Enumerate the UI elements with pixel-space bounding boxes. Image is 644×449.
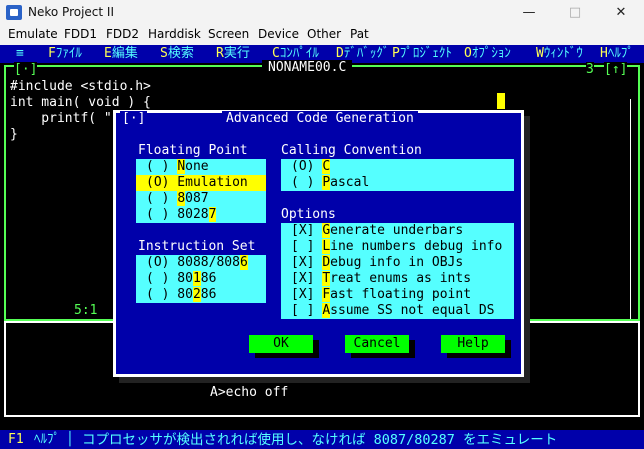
opt-assume-ss-not-equal-ds[interactable]: [ ] Assume SS not equal DS: [291, 303, 495, 319]
floating-point-label: Floating Point: [138, 143, 248, 158]
is-option-8088-8086[interactable]: (O) 8088/8086: [146, 255, 248, 271]
menu-fdd2[interactable]: FDD2: [106, 27, 139, 41]
menu-device[interactable]: Device: [258, 27, 299, 41]
ide-menu-window[interactable]: Wｳｨﾝﾄﾞｳ: [536, 46, 583, 62]
is-option-80286[interactable]: ( ) 80286: [146, 287, 216, 303]
console-line: A>echo off: [210, 385, 289, 400]
ide-menu-run[interactable]: R実行: [216, 46, 250, 62]
options-label: Options: [281, 207, 336, 222]
calling-convention-label: Calling Convention: [281, 143, 422, 158]
window-title: Neko Project II: [28, 5, 114, 19]
dialog-title: Advanced Code Generation: [222, 111, 418, 127]
ok-button[interactable]: OK: [249, 335, 313, 353]
status-separator: │: [66, 432, 74, 447]
ide-menu-file[interactable]: Fﾌｧｲﾙ: [48, 46, 82, 62]
maximize-button[interactable]: □: [552, 0, 598, 25]
instruction-set-label: Instruction Set: [138, 239, 256, 254]
editor-close-box[interactable]: [·]: [14, 62, 38, 78]
status-help-label: ﾍﾙﾌﾟ: [34, 432, 60, 447]
opt-treat-enums-as-ints[interactable]: [X] Treat enums as ints: [291, 271, 471, 287]
is-option-80186[interactable]: ( ) 80186: [146, 271, 216, 287]
ide-menu-search[interactable]: S検索: [160, 46, 194, 62]
fp-option-80287[interactable]: ( ) 80287: [146, 207, 217, 223]
opt-fast-floating-point[interactable]: [X] Fast floating point: [291, 287, 471, 303]
emulator-screen[interactable]: ≡ Fﾌｧｲﾙ E編集 S検索 R実行 Cｺﾝﾊﾟｲﾙ Dﾃﾞﾊﾞｯｸﾞ Pﾌﾟ…: [0, 45, 644, 449]
opt-line-numbers-debug-info[interactable]: [ ] Line numbers debug info: [291, 239, 502, 255]
cc-option-pascal[interactable]: ( ) Pascal: [291, 175, 369, 191]
fp-option-8087[interactable]: ( ) 8087: [146, 191, 209, 207]
text-cursor: [497, 93, 505, 109]
help-button[interactable]: Help: [441, 335, 505, 353]
ide-menu-edit[interactable]: E編集: [104, 46, 138, 62]
code-line: printf( ": [10, 111, 112, 126]
editor-filename: NONAME00.C: [262, 60, 353, 76]
fp-option-none[interactable]: ( ) None: [146, 159, 209, 175]
menu-fdd1[interactable]: FDD1: [64, 27, 97, 41]
editor-window-number: 3: [586, 62, 594, 78]
cc-option-c[interactable]: (O) C: [291, 159, 331, 175]
close-button[interactable]: ✕: [598, 0, 644, 25]
cancel-button[interactable]: Cancel: [345, 335, 409, 353]
fp-option-emulation[interactable]: (O) Emulation: [136, 175, 266, 191]
dialog-close-box[interactable]: [·]: [120, 111, 148, 127]
menu-screen[interactable]: Screen: [208, 27, 249, 41]
system-menu-icon[interactable]: ≡: [16, 46, 24, 62]
ide-menu-project[interactable]: Pﾌﾟﾛｼﾞｪｸﾄ: [392, 46, 452, 62]
editor-zoom-box[interactable]: [↑]: [604, 62, 628, 78]
app-icon: [6, 5, 22, 20]
ide-menu-help[interactable]: Hﾍﾙﾌﾟ: [600, 46, 634, 62]
menu-emulate[interactable]: Emulate: [8, 27, 58, 41]
status-message: コプロセッサが検出されれば使用し、なければ 8087/80287 をエミュレート: [82, 432, 558, 448]
minimize-button[interactable]: —: [506, 0, 552, 25]
cursor-position: 5:1: [70, 303, 102, 319]
menu-other[interactable]: Other: [307, 27, 341, 41]
code-line: #include <stdio.h>: [10, 79, 151, 94]
ide-menu-options[interactable]: Oｵﾌﾟｼｮﾝ: [464, 46, 511, 62]
code-line: int main( void ) {: [10, 95, 151, 110]
menu-pat[interactable]: Pat: [350, 27, 369, 41]
opt-generate-underbars[interactable]: [X] Generate underbars: [291, 223, 463, 239]
status-f1-key[interactable]: F1: [8, 432, 24, 448]
menu-harddisk[interactable]: Harddisk: [148, 27, 201, 41]
vertical-scrollbar[interactable]: [630, 99, 638, 319]
opt-debug-info-in-objs[interactable]: [X] Debug info in OBJs: [291, 255, 463, 271]
code-line: }: [10, 127, 18, 142]
